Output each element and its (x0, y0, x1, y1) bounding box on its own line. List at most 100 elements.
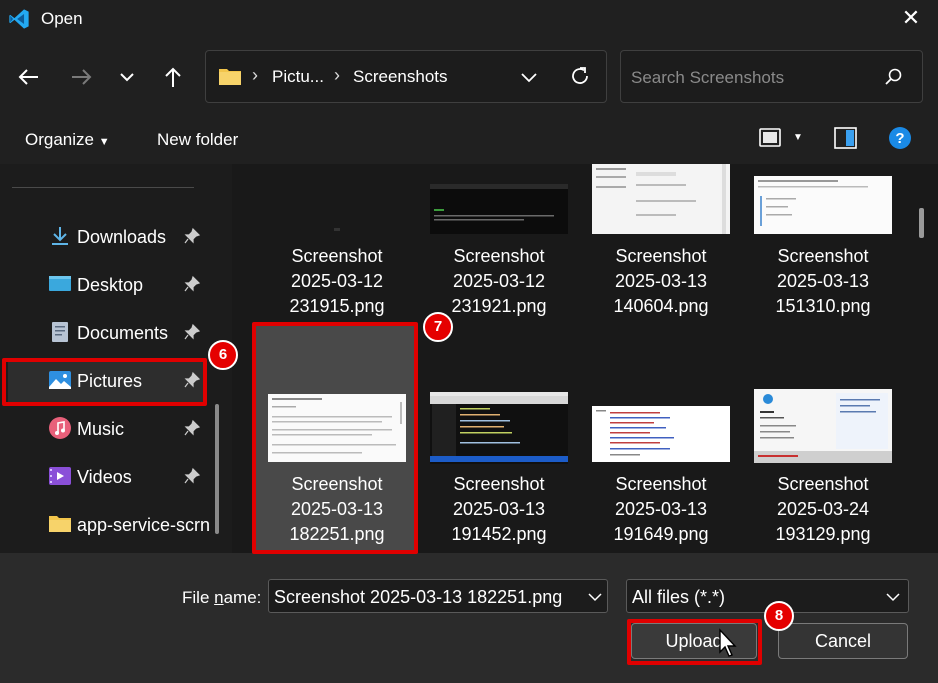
file-tile[interactable]: Screenshot 2025-03-13 151310.png (742, 164, 904, 324)
file-name-label-part: File (182, 588, 215, 607)
up-button[interactable] (158, 62, 188, 92)
file-name-line: Screenshot (777, 246, 869, 266)
arrow-right-icon (72, 69, 92, 85)
sidebar-scrollbar[interactable] (215, 404, 219, 534)
file-grid-scrollbar[interactable] (919, 208, 924, 238)
view-dropdown-icon[interactable]: ▼ (793, 132, 803, 143)
desktop-icon (49, 276, 71, 291)
file-thumbnail (334, 228, 340, 231)
file-thumbnail (754, 176, 892, 234)
file-name-line: 2025-03-12 (290, 271, 384, 291)
file-tile[interactable]: Screenshot 2025-03-13 191649.png (580, 326, 742, 553)
file-grid: Screenshot 2025-03-12 231915.png Screens… (232, 164, 938, 553)
file-tile-selected[interactable]: Screenshot 2025-03-13 182251.png (256, 326, 418, 553)
file-thumbnail (430, 392, 568, 464)
file-name-line: Screenshot (453, 246, 545, 266)
recent-locations-button[interactable] (112, 62, 142, 92)
sidebar-item-label: Videos (77, 467, 132, 487)
download-icon (52, 227, 68, 245)
arrow-left-icon (18, 69, 38, 85)
chevron-down-icon (886, 593, 900, 602)
breadcrumb-screenshots[interactable]: Screenshots (353, 67, 448, 87)
file-name-input[interactable]: Screenshot 2025-03-13 182251.png (268, 579, 608, 613)
file-tile[interactable]: Screenshot 2025-03-13 191452.png (418, 326, 580, 553)
preview-pane-icon[interactable] (832, 126, 858, 150)
file-tile[interactable]: Screenshot 2025-03-24 193129.png (742, 326, 904, 553)
file-name-line: 2025-03-13 (614, 271, 708, 291)
arrow-up-icon (165, 67, 181, 87)
chevron-right-icon: › (334, 65, 340, 85)
pin-icon[interactable] (183, 371, 201, 389)
forward-button[interactable] (66, 62, 96, 92)
sidebar-item-downloads[interactable]: Downloads (8, 214, 206, 258)
chevron-down-icon[interactable] (518, 66, 540, 88)
refresh-icon[interactable] (568, 64, 592, 88)
file-name-line: Screenshot (453, 474, 545, 494)
file-name-line: 2025-03-13 (290, 499, 384, 519)
sidebar-item-label: app-service-scrn (77, 515, 211, 535)
file-name-label-accesskey: n (214, 588, 224, 607)
chevron-down-icon[interactable] (587, 589, 603, 605)
sidebar-item-pictures[interactable]: Pictures (8, 358, 206, 402)
file-name-line: Screenshot (615, 246, 707, 266)
chevron-right-icon: › (252, 65, 258, 85)
step-badge-7: 7 (423, 312, 453, 342)
file-tile[interactable]: Screenshot 2025-03-13 140604.png (580, 164, 742, 324)
documents-icon (52, 322, 68, 342)
folder-icon (49, 516, 71, 532)
sidebar-item-music[interactable]: Music (8, 406, 206, 450)
sidebar-divider (12, 187, 194, 188)
file-type-value: All files (*.*) (632, 587, 726, 607)
pin-icon[interactable] (183, 467, 201, 485)
file-name-line: 2025-03-13 (776, 271, 870, 291)
sidebar-item-desktop[interactable]: Desktop (8, 262, 206, 306)
file-name-line: 2025-03-12 (452, 271, 546, 291)
title-bar: Open ✕ (0, 0, 938, 38)
sidebar-item-label: Desktop (77, 275, 144, 295)
sidebar-item-label: Pictures (77, 371, 143, 391)
mouse-pointer-icon (719, 628, 737, 657)
caret-down-icon: ▼ (98, 136, 110, 148)
breadcrumb-pictures[interactable]: Pictu... (272, 67, 324, 87)
pin-icon[interactable] (183, 275, 201, 293)
file-name-line: Screenshot (291, 474, 383, 494)
cancel-button[interactable]: Cancel (778, 623, 908, 659)
file-name-line: 231915.png (289, 296, 385, 316)
pin-icon[interactable] (183, 227, 201, 245)
file-name-line: 193129.png (775, 524, 871, 544)
close-icon[interactable]: ✕ (898, 4, 924, 32)
address-bar[interactable]: › Pictu... › Screenshots (205, 50, 607, 103)
file-tile[interactable]: Screenshot 2025-03-12 231921.png (418, 164, 580, 324)
sidebar-item-label: Downloads (77, 227, 167, 247)
music-icon (49, 417, 71, 439)
change-view-icon[interactable] (757, 126, 783, 150)
sidebar-item-videos[interactable]: Videos (8, 454, 206, 498)
file-name-line: 191649.png (613, 524, 709, 544)
file-name-label-part: ame: (223, 588, 262, 607)
file-name-line: 2025-03-13 (452, 499, 546, 519)
organize-label: Organize (25, 130, 94, 149)
file-name-line: 2025-03-24 (776, 499, 870, 519)
file-name-line: 2025-03-13 (614, 499, 708, 519)
pin-icon[interactable] (183, 323, 201, 341)
new-folder-button[interactable]: New folder (157, 130, 238, 150)
videos-icon (49, 467, 71, 485)
file-name-line: Screenshot (291, 246, 383, 266)
file-name-value: Screenshot 2025-03-13 182251.png (274, 587, 563, 607)
file-name-line: Screenshot (615, 474, 707, 494)
dialog-footer: File name: Screenshot 2025-03-13 182251.… (0, 553, 938, 683)
navigation-bar: › Pictu... › Screenshots Search Screensh… (0, 38, 938, 112)
sidebar-item-label: Music (77, 419, 125, 439)
file-tile[interactable]: Screenshot 2025-03-12 231915.png (256, 164, 418, 324)
sidebar-item-documents[interactable]: Documents (8, 310, 206, 354)
pin-icon[interactable] (183, 419, 201, 437)
file-name-line: 151310.png (775, 296, 871, 316)
sidebar-item-app-service-scrn[interactable]: app-service-scrn (8, 502, 210, 546)
file-name-line: 182251.png (289, 524, 385, 544)
back-button[interactable] (14, 62, 44, 92)
file-name-label: File name: (182, 588, 261, 608)
command-bar: Organize ▼ New folder ▼ ? (0, 112, 938, 164)
organize-button[interactable]: Organize ▼ (25, 130, 110, 150)
help-icon[interactable]: ? (887, 126, 913, 150)
search-box[interactable]: Search Screenshots (620, 50, 923, 103)
